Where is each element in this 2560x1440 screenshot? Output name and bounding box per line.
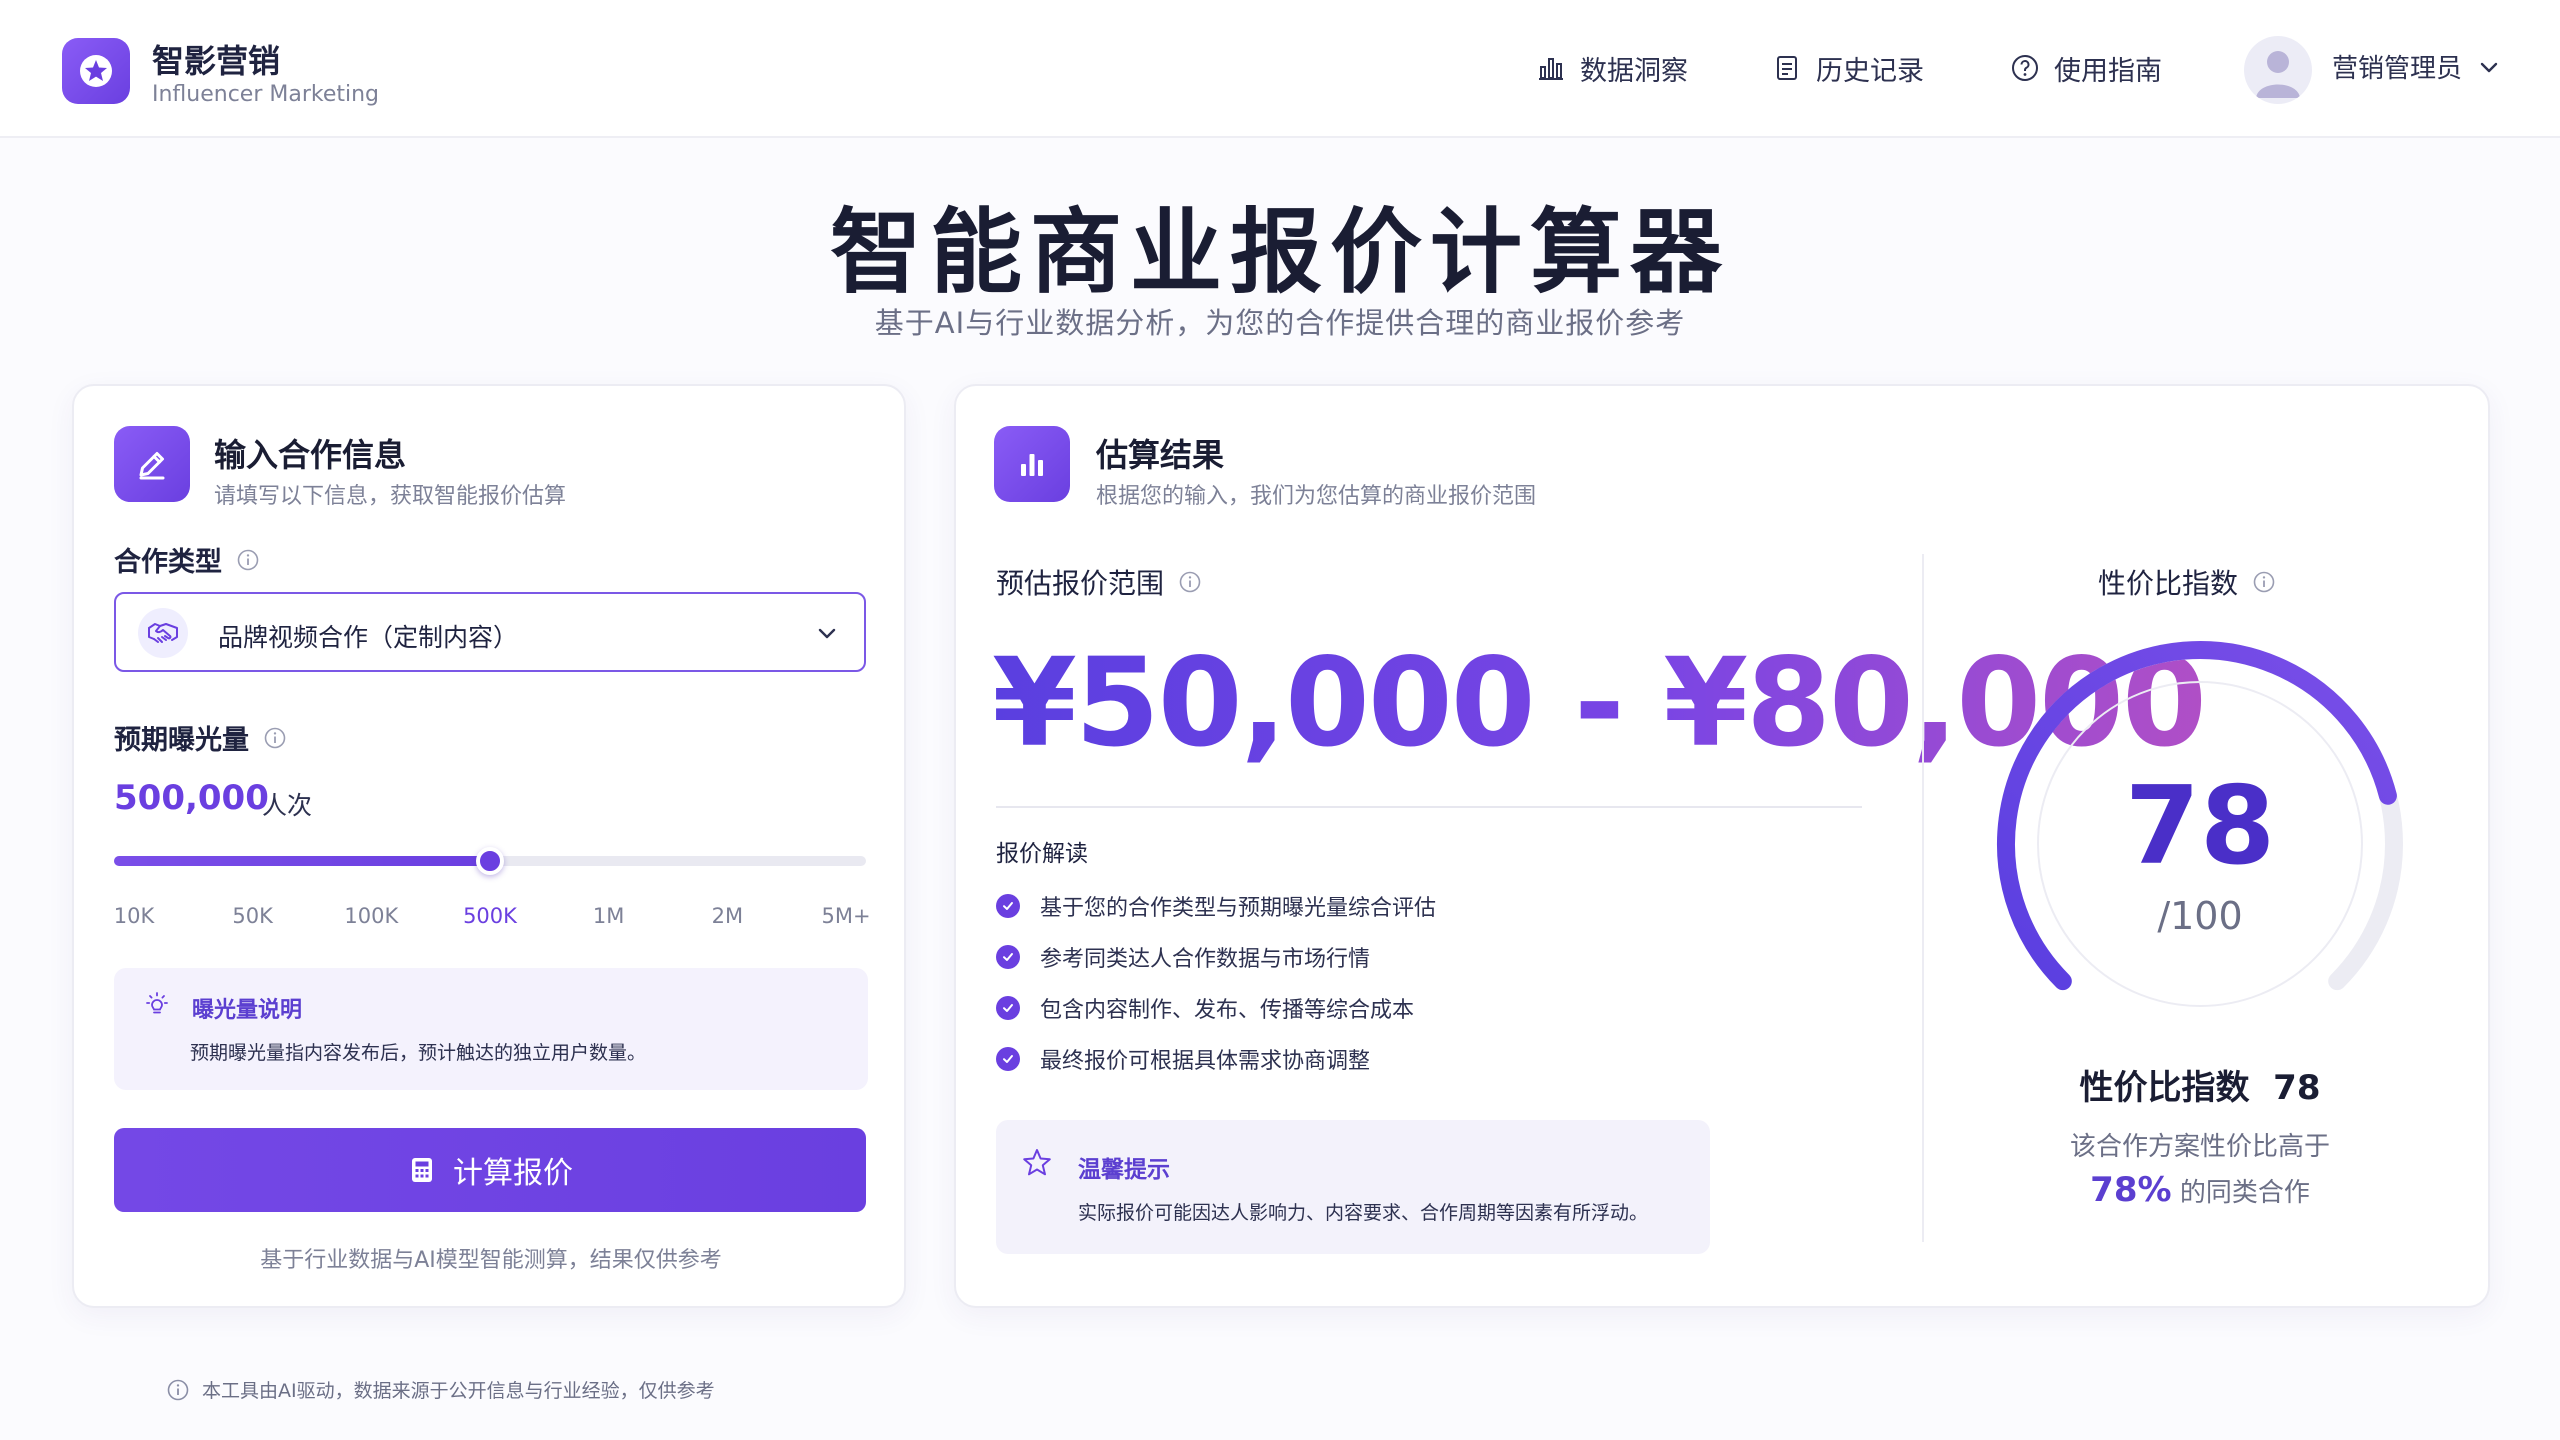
nav-history[interactable]: 历史记录 — [1772, 48, 1924, 88]
chart-icon-badge — [994, 426, 1070, 502]
calculate-button[interactable]: 计算报价 — [114, 1128, 866, 1212]
logo[interactable] — [62, 38, 130, 104]
footer-note: 本工具由AI驱动，数据来源于公开信息与行业经验，仅供参考 — [166, 1376, 715, 1403]
check-circle-icon — [996, 944, 1020, 969]
exposure-label: 预期曝光量 — [114, 718, 287, 757]
info-icon[interactable] — [1178, 570, 1202, 594]
footer-note-text: 本工具由AI驱动，数据来源于公开信息与行业经验，仅供参考 — [202, 1380, 715, 1402]
nav-label: 使用指南 — [2054, 55, 2162, 87]
range-label-text: 预估报价范围 — [996, 567, 1165, 600]
list-item: 参考同类达人合作数据与市场行情 — [996, 931, 1876, 982]
gauge-percent: 78% — [2090, 1170, 2172, 1210]
slider-fill — [114, 856, 490, 866]
coop-type-label-text: 合作类型 — [114, 547, 222, 578]
slider-tick-label[interactable]: 100K — [344, 904, 398, 928]
list-item: 最终报价可根据具体需求协商调整 — [996, 1033, 1876, 1084]
note-text: 预期曝光量指内容发布后，预计触达的独立用户数量。 — [190, 1042, 647, 1064]
card-title: 输入合作信息 — [214, 436, 407, 474]
slider-tick-label[interactable]: 5M+ — [821, 904, 870, 928]
note-title: 曝光量说明 — [192, 998, 303, 1023]
gauge-score: 78 — [2124, 764, 2276, 889]
chevron-down-icon[interactable] — [2476, 54, 2502, 80]
gauge-percent-suffix: 的同类合作 — [2171, 1178, 2310, 1208]
tip-box: 温馨提示 实际报价可能因达人影响力、内容要求、合作周期等因素有所浮动。 — [996, 1120, 1710, 1254]
nav-data-insights[interactable]: 数据洞察 — [1536, 48, 1688, 88]
list-item: 基于您的合作类型与预期曝光量综合评估 — [996, 880, 1876, 931]
lightbulb-icon — [146, 992, 168, 1014]
slider-tick-label[interactable]: 1M — [593, 904, 624, 928]
document-icon — [1777, 56, 1797, 80]
exposure-value: 500,000 — [114, 778, 269, 818]
calculate-button-label: 计算报价 — [453, 1156, 573, 1191]
brand-subtitle: Influencer Marketing — [152, 82, 380, 107]
help-circle-icon — [2012, 55, 2038, 81]
coop-type-label: 合作类型 — [114, 540, 260, 579]
calculator-icon — [412, 1158, 432, 1182]
nav-user-guide[interactable]: 使用指南 — [2010, 48, 2162, 88]
input-card: 输入合作信息 请填写以下信息，获取智能报价估算 合作类型 品牌视频合作（定制内容… — [72, 384, 906, 1308]
edit-icon-badge — [114, 426, 190, 502]
card-subtitle: 根据您的输入，我们为您估算的商业报价范围 — [1096, 484, 1537, 509]
nav-label: 历史记录 — [1816, 55, 1924, 87]
star-badge-icon — [80, 55, 112, 87]
slider-tick-label[interactable]: 50K — [232, 904, 273, 928]
slider-tick-label[interactable]: 10K — [114, 904, 155, 928]
slider-tick-label[interactable]: 2M — [712, 904, 743, 928]
info-icon[interactable] — [236, 548, 260, 572]
pencil-icon — [139, 452, 165, 480]
coop-type-select[interactable]: 品牌视频合作（定制内容） — [114, 592, 866, 672]
exposure-unit: 人次 — [262, 791, 313, 820]
check-circle-icon — [996, 893, 1020, 918]
gauge-label-text: 性价比指数 — [2098, 567, 2239, 600]
info-icon — [167, 1379, 189, 1400]
divider — [996, 806, 1862, 808]
top-header: 智影营销 Influencer Marketing 数据洞察 历史记录 使用指南… — [0, 0, 2560, 138]
gauge-description-line2: 78% 的同类合作 — [1980, 1170, 2420, 1210]
exposure-label-text: 预期曝光量 — [114, 725, 249, 756]
bar-chart-icon — [1539, 58, 1563, 80]
list-item: 包含内容制作、发布、传播等综合成本 — [996, 982, 1876, 1033]
check-circle-icon — [996, 995, 1020, 1020]
list-item-text: 最终报价可根据具体需求协商调整 — [1040, 1048, 1371, 1074]
exposure-note: 曝光量说明 预期曝光量指内容发布后，预计触达的独立用户数量。 — [114, 968, 868, 1090]
vertical-divider — [1922, 554, 1924, 1242]
check-circle-icon — [996, 1046, 1020, 1071]
gauge-description: 该合作方案性价比高于 — [2069, 1132, 2330, 1162]
card-title: 估算结果 — [1096, 436, 1225, 474]
coop-type-value: 品牌视频合作（定制内容） — [218, 623, 519, 652]
user-name[interactable]: 营销管理员 — [2332, 48, 2462, 85]
info-icon[interactable] — [2252, 570, 2276, 594]
slider-tick-label[interactable]: 500K — [463, 904, 517, 928]
tip-text: 实际报价可能因达人影响力、内容要求、合作周期等因素有所浮动。 — [1078, 1202, 1649, 1224]
list-item-text: 基于您的合作类型与预期曝光量综合评估 — [1040, 895, 1437, 921]
slider-ticks: 10K 50K 100K 500K 1M 2M 5M+ — [114, 904, 871, 934]
star-outline-icon — [1023, 1149, 1051, 1176]
explain-title: 报价解读 — [996, 841, 1088, 867]
bar-chart-icon — [1021, 454, 1043, 476]
gauge-label: 性价比指数 — [2098, 562, 2276, 602]
chevron-down-icon — [818, 628, 836, 639]
user-icon — [2256, 51, 2300, 98]
result-card: 估算结果 根据您的输入，我们为您估算的商业报价范围 预估报价范围 ¥50,000… — [954, 384, 2490, 1308]
exposure-slider[interactable] — [114, 847, 866, 875]
range-label: 预估报价范围 — [996, 562, 1202, 602]
user-avatar[interactable] — [2244, 36, 2312, 104]
tip-title: 温馨提示 — [1078, 1157, 1170, 1183]
info-icon[interactable] — [263, 726, 287, 750]
page-subtitle: 基于AI与行业数据分析，为您的合作提供合理的商业报价参考 — [874, 306, 1686, 340]
slider-thumb[interactable] — [476, 847, 504, 875]
list-item-text: 包含内容制作、发布、传播等综合成本 — [1040, 997, 1415, 1023]
list-item-text: 参考同类达人合作数据与市场行情 — [1040, 946, 1371, 972]
explain-list: 基于您的合作类型与预期曝光量综合评估 参考同类达人合作数据与市场行情 包含内容制… — [996, 880, 1876, 1084]
calculate-footnote: 基于行业数据与AI模型智能测算，结果仅供参考 — [260, 1248, 722, 1273]
handshake-icon — [138, 608, 188, 658]
brand-name: 智影营销 — [152, 42, 281, 80]
nav-label: 数据洞察 — [1580, 55, 1688, 87]
page-title: 智能商业报价计算器 — [829, 199, 1730, 306]
gauge-caption: 性价比指数 78 — [2079, 1068, 2321, 1108]
card-subtitle: 请填写以下信息，获取智能报价估算 — [214, 484, 567, 509]
gauge-max: /100 — [2157, 894, 2243, 938]
